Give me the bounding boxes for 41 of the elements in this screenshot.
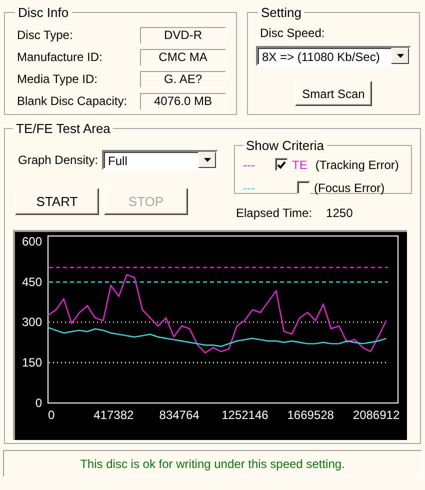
axis-tick-label: 834764 [159,408,200,422]
axis-tick-label: 2086912 [352,408,400,422]
axis-tick-label: 300 [22,315,42,330]
value-field: 4076.0 MB [140,92,226,110]
value-field: DVD-R [140,26,226,44]
group-title: Setting [260,5,302,20]
value-field: G. AE? [140,70,226,88]
axis-tick-label: 1669528 [287,408,334,422]
group-title: TE/FE Test Area [15,121,112,136]
field-label: Blank Disc Capacity: [17,94,128,108]
field-label: Manufacture ID: [17,50,102,64]
axis-tick-label: 417382 [94,408,134,422]
start-button[interactable]: START [15,188,99,215]
axis-tick-label: 1252146 [222,408,268,422]
status-message: This disc is ok for writing under this speed setting. [3,450,422,477]
axis-tick-label: 0 [35,396,42,410]
criteria-description: (Tracking Error) [315,158,399,172]
checkbox-label: TE [292,158,308,172]
speed-dropdown[interactable]: 8X => (11080 Kb/Sec) [256,46,411,66]
field-label: Graph Density: [18,153,98,167]
value-field: CMC MA [140,48,226,66]
legend-marker: --- [243,158,256,172]
caret-icon [204,158,211,162]
density-dropdown[interactable]: Full [102,150,218,170]
axis-tick-label: 0 [48,408,55,422]
criteria-description: (Focus Error) [314,180,385,194]
field-label: Media Type ID: [17,72,98,86]
smart-scan-button[interactable]: Smart Scan [295,81,372,106]
axis-tick-label: 150 [22,356,42,370]
group-title: Show Criteria [245,138,326,153]
axis-tick-label: 600 [22,234,42,248]
group-title: Disc Info [17,5,70,20]
elapsed-time-value: 1250 [326,206,353,220]
field-label: Disc Speed: [260,26,326,40]
elapsed-time-label: Elapsed Time: [236,206,312,220]
axis-tick-label: 450 [22,274,42,289]
checkbox[interactable] [297,181,310,194]
caret-icon [396,54,404,58]
field-label: Disc Type: [17,28,73,42]
checkbox[interactable] [275,158,288,171]
legend-marker: --- [243,180,256,194]
